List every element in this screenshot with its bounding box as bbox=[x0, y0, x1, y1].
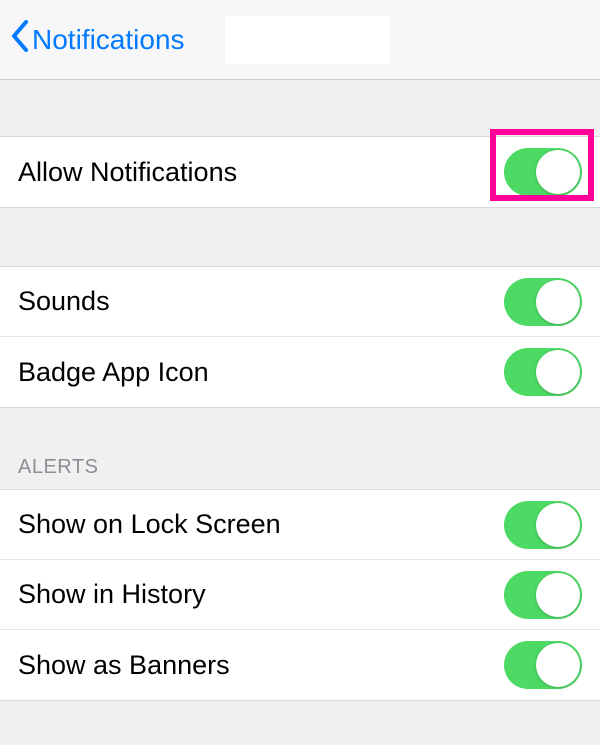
lock-screen-label: Show on Lock Screen bbox=[18, 509, 281, 540]
toggle-knob bbox=[536, 350, 580, 394]
toggle-knob bbox=[536, 280, 580, 324]
alerts-section-header: ALERTS bbox=[0, 408, 600, 489]
lock-screen-row: Show on Lock Screen bbox=[0, 490, 600, 560]
history-label: Show in History bbox=[18, 579, 206, 610]
toggle-knob bbox=[536, 643, 580, 687]
allow-notifications-row: Allow Notifications bbox=[0, 137, 600, 207]
sounds-toggle[interactable] bbox=[504, 278, 582, 326]
sounds-label: Sounds bbox=[18, 286, 110, 317]
toggle-knob bbox=[536, 503, 580, 547]
banners-toggle[interactable] bbox=[504, 641, 582, 689]
sounds-row: Sounds bbox=[0, 267, 600, 337]
chevron-left-icon bbox=[10, 19, 30, 60]
section-spacer bbox=[0, 208, 600, 266]
title-placeholder bbox=[225, 16, 390, 64]
allow-group: Allow Notifications bbox=[0, 136, 600, 208]
banners-label: Show as Banners bbox=[18, 650, 230, 681]
toggle-knob bbox=[536, 150, 580, 194]
history-toggle[interactable] bbox=[504, 571, 582, 619]
banners-row: Show as Banners bbox=[0, 630, 600, 700]
section-spacer bbox=[0, 80, 600, 136]
badge-toggle[interactable] bbox=[504, 348, 582, 396]
alerts-group: Show on Lock Screen Show in History Show… bbox=[0, 489, 600, 701]
back-button[interactable]: Notifications bbox=[10, 19, 185, 60]
back-label: Notifications bbox=[32, 24, 185, 56]
badge-row: Badge App Icon bbox=[0, 337, 600, 407]
history-row: Show in History bbox=[0, 560, 600, 630]
sounds-badge-group: Sounds Badge App Icon bbox=[0, 266, 600, 408]
navigation-bar: Notifications bbox=[0, 0, 600, 80]
badge-label: Badge App Icon bbox=[18, 357, 209, 388]
allow-notifications-label: Allow Notifications bbox=[18, 157, 237, 188]
lock-screen-toggle[interactable] bbox=[504, 501, 582, 549]
allow-notifications-toggle[interactable] bbox=[504, 148, 582, 196]
toggle-knob bbox=[536, 573, 580, 617]
